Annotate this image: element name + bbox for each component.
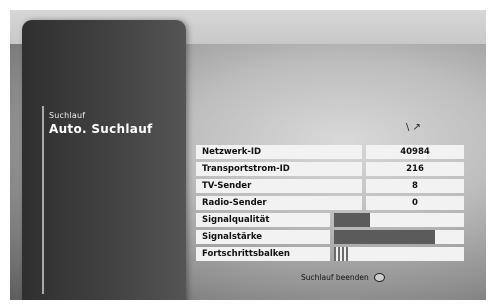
status-row-radio-channels: Radio-Sender 0 <box>196 196 466 210</box>
end-scan-action[interactable]: Suchlauf beenden <box>301 273 385 282</box>
status-row-tv-channels: TV-Sender 8 <box>196 179 466 193</box>
progress-bar <box>334 247 464 261</box>
signal-quality-row: Signalqualität <box>196 213 466 227</box>
signal-strength-label: Signalstärke <box>196 230 330 244</box>
status-label: Netzwerk-ID <box>196 145 362 159</box>
status-value: 0 <box>366 196 464 210</box>
page-title: Auto. Suchlauf <box>49 122 153 136</box>
signal-quality-bar <box>334 213 464 227</box>
end-scan-label: Suchlauf beenden <box>301 273 369 282</box>
status-value: 8 <box>366 179 464 193</box>
signal-quality-label: Signalqualität <box>196 213 330 227</box>
status-row-network-id: Netzwerk-ID 40984 <box>196 145 466 159</box>
progress-row: Fortschrittsbalken <box>196 247 466 261</box>
signal-quality-fill <box>334 213 371 227</box>
status-label: Radio-Sender <box>196 196 362 210</box>
signal-strength-bar <box>334 230 464 244</box>
signal-tick-icon: \ ↗ <box>406 122 421 133</box>
ok-button-icon[interactable] <box>373 273 385 282</box>
scan-status-table: Netzwerk-ID 40984 Transportstrom-ID 216 … <box>196 145 466 264</box>
breadcrumb: Suchlauf <box>49 111 86 120</box>
signal-strength-fill <box>334 230 436 244</box>
progress-label: Fortschrittsbalken <box>196 247 330 261</box>
menu-accent-line <box>42 106 44 294</box>
status-label: Transportstrom-ID <box>196 162 362 176</box>
status-label: TV-Sender <box>196 179 362 193</box>
menu-side-panel <box>22 20 186 300</box>
tv-screen: Suchlauf Auto. Suchlauf \ ↗ Netzwerk-ID … <box>10 10 486 300</box>
status-value: 216 <box>366 162 464 176</box>
status-value: 40984 <box>366 145 464 159</box>
status-row-transport-stream-id: Transportstrom-ID 216 <box>196 162 466 176</box>
progress-fill <box>334 247 350 261</box>
signal-strength-row: Signalstärke <box>196 230 466 244</box>
